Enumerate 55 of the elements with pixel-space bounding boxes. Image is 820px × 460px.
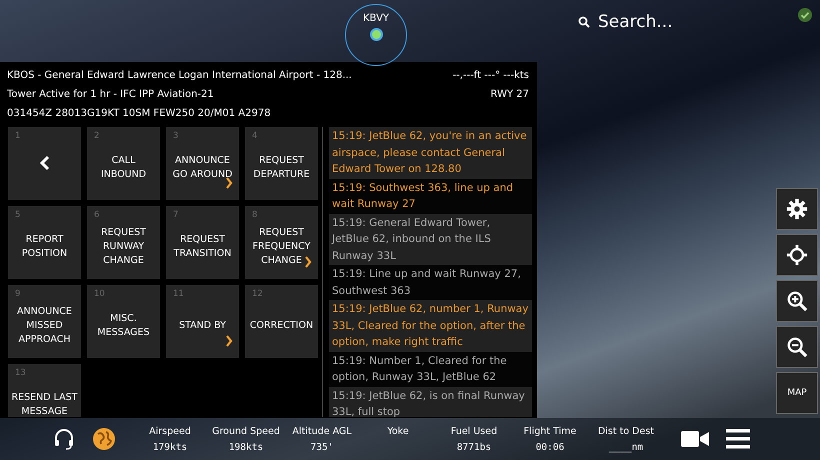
crosshair-icon xyxy=(786,244,808,266)
stat-label: Ground Speed xyxy=(212,426,280,436)
command-button[interactable]: 2 CALL INBOUND xyxy=(87,127,160,200)
chevron-right-icon xyxy=(225,177,233,189)
search-field[interactable]: Search... xyxy=(578,12,718,32)
back-chevron-icon xyxy=(38,154,50,170)
zoom-in-button[interactable] xyxy=(776,280,818,322)
command-button[interactable]: 3 ANNOUNCE GO AROUND xyxy=(166,127,239,200)
command-button[interactable]: 11 STAND BY xyxy=(166,285,239,358)
message-text: 15:19: JetBlue 62, is on final Runway 33L, full stop xyxy=(329,386,532,417)
command-button[interactable]: 7 REQUEST TRANSITION xyxy=(166,206,239,279)
command-button[interactable]: 9 ANNOUNCE MISSED APPROACH xyxy=(8,285,81,358)
stat-value: 179kts xyxy=(152,442,188,452)
message-text: 15:19: Southwest 363, line up and wait Runway 27 xyxy=(329,178,532,214)
stat-value: 8771bs xyxy=(456,442,492,452)
stat-value: 735' xyxy=(310,442,334,452)
chevron-right-icon xyxy=(225,335,233,347)
altitude-readout: --,---ft ---° ---kts xyxy=(452,70,529,81)
tower-status: Tower Active for 1 hr - IFC IPP Aviation-21 xyxy=(7,89,214,100)
message-text: 15:19: Line up and wait Runway 27, Southwest 363 xyxy=(329,265,532,300)
settings-button[interactable] xyxy=(776,188,818,230)
message-text: 15:19: JetBlue 62, number 1, Runway 33L, Cleared for the option, after the option, make right traffic xyxy=(329,300,532,352)
stat-value: ____nm xyxy=(608,442,644,452)
command-button[interactable]: 6 REQUEST RUNWAY CHANGE xyxy=(87,206,160,279)
facility-name: KBOS - General Edward Lawrence Logan International Airport - 128... xyxy=(7,70,352,81)
zoom-out-icon xyxy=(786,336,808,358)
command-button[interactable]: 5 REPORT POSITION xyxy=(8,206,81,279)
message-text: 15:19: JetBlue 62, you're in an active airspace, please contact General Edward Tower on 128.80 xyxy=(329,127,532,178)
center-button[interactable] xyxy=(776,234,818,276)
stat-label: Airspeed xyxy=(149,426,191,436)
command-button[interactable]: 10 MISC. MESSAGES xyxy=(87,285,160,358)
menu-icon[interactable] xyxy=(726,428,750,450)
stat-label: Yoke xyxy=(387,426,409,436)
command-button[interactable]: 12 CORRECTION xyxy=(245,285,318,358)
stat-value: 198kts xyxy=(228,442,264,452)
search-icon xyxy=(578,16,590,28)
zoom-out-button[interactable] xyxy=(776,326,818,368)
message-text: 15:19: Number 1, Cleared for the option, Runway 33L, JetBlue 62 xyxy=(329,352,532,386)
command-button[interactable]: 4 REQUEST DEPARTURE xyxy=(245,127,318,200)
runway-label: RWY 27 xyxy=(490,89,529,100)
stat-label: Dist to Dest xyxy=(598,426,654,436)
settings-icon xyxy=(786,198,808,220)
zoom-in-icon xyxy=(786,290,808,312)
check-icon xyxy=(798,8,812,22)
command-button[interactable]: 13 RESEND LAST MESSAGE xyxy=(8,364,81,417)
message-text: 15:19: General Edward Tower, JetBlue 62, inbound on the ILS Runway 33L xyxy=(329,214,532,265)
command-button[interactable]: 8 REQUEST FREQUENCY CHANGE xyxy=(245,206,318,279)
stat-label: Altitude AGL xyxy=(292,426,352,436)
stat-label: Fuel Used xyxy=(450,426,498,436)
map-button[interactable]: MAP xyxy=(776,372,818,414)
metar-text: 031454Z 28013G19KT 10SM FEW250 20/M01 A2978 xyxy=(7,108,271,119)
stat-label: Flight Time xyxy=(524,426,576,436)
headset-icon[interactable] xyxy=(52,427,76,451)
stat-value: 00:06 xyxy=(536,442,564,452)
chevron-right-icon xyxy=(304,256,312,268)
